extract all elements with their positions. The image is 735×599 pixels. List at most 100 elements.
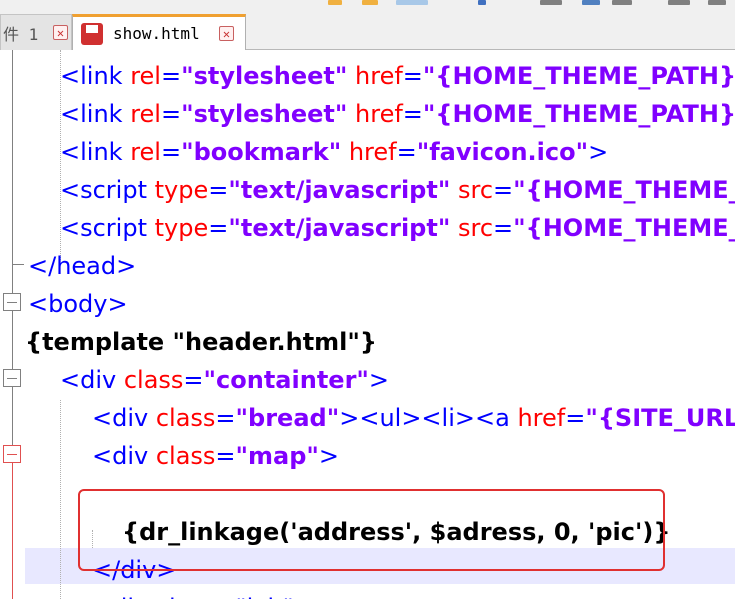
code-token: = [183, 366, 204, 394]
close-icon[interactable]: ✕ [53, 25, 68, 40]
code-token: "text/javascript" [228, 214, 451, 242]
code-line[interactable]: </head> [28, 247, 136, 285]
code-token: "{HOME_THEME_PATH}w [422, 62, 735, 90]
code-token: = [493, 176, 514, 204]
code-line[interactable]: <div class="map"> [92, 437, 339, 475]
code-token: class [155, 442, 216, 470]
toolbar-icon[interactable] [328, 0, 342, 5]
code-token: = [160, 62, 182, 90]
code-token: rel [130, 100, 161, 128]
toolbar-icon[interactable] [540, 0, 562, 5]
code-line[interactable]: <script type="text/javascript" src="{HOM… [60, 209, 735, 247]
code-token: <div [60, 366, 124, 394]
code-line[interactable]: <link rel="stylesheet" href="{HOME_THEME… [60, 95, 735, 133]
code-token: rel [130, 62, 161, 90]
code-token: type [154, 176, 209, 204]
code-token: = [215, 404, 236, 432]
code-token: "containter" [203, 366, 369, 394]
toolbar-icon[interactable] [362, 0, 378, 5]
code-token: = [215, 442, 236, 470]
tab-label: 件 1 [3, 24, 39, 44]
code-token: > [368, 366, 390, 394]
code-token: href [517, 404, 566, 432]
fold-toggle-icon[interactable] [3, 445, 21, 463]
code-token: = [208, 214, 229, 242]
code-line[interactable]: <link rel="bookmark" href="favicon.ico"> [60, 133, 608, 171]
code-token: <link [60, 138, 131, 166]
code-token: <div class="lvb"> [92, 594, 314, 599]
code-token: "{SITE_URL}" [585, 404, 735, 432]
code-token: "favicon.ico" [416, 138, 589, 166]
toolbar-icon[interactable] [396, 0, 428, 5]
code-token: > [318, 442, 340, 470]
save-disk-icon [81, 22, 103, 45]
code-line[interactable]: <div class="containter"> [60, 361, 389, 399]
code-token: </head> [28, 252, 137, 280]
toolbar-icon[interactable] [582, 0, 600, 5]
code-token: "bread" [235, 404, 340, 432]
code-token: ><ul><li><a [339, 404, 518, 432]
code-token: type [154, 214, 209, 242]
code-token: class [123, 366, 184, 394]
code-token: <script [60, 176, 155, 204]
fold-toggle-icon[interactable] [3, 293, 21, 311]
code-token: "stylesheet" [181, 100, 348, 128]
code-token: <link [60, 62, 131, 90]
fold-end-marker [12, 264, 24, 265]
code-token: href [355, 62, 403, 90]
code-token: = [396, 138, 417, 166]
code-token: > [588, 138, 609, 166]
code-token: = [402, 100, 423, 128]
code-token: href [348, 138, 397, 166]
code-token: {template "header.html"} [25, 328, 377, 356]
code-token: = [160, 138, 182, 166]
code-token: src [457, 214, 494, 242]
close-icon[interactable]: ✕ [219, 26, 234, 41]
code-token: class [155, 404, 216, 432]
code-token: "{HOME_THEME_P [513, 214, 735, 242]
code-token: = [402, 62, 423, 90]
toolbar-icon[interactable] [668, 0, 690, 5]
code-token: "bookmark" [181, 138, 342, 166]
toolbar-icon[interactable] [612, 0, 632, 5]
code-line[interactable]: <body> [28, 285, 128, 323]
code-token: <div [92, 404, 156, 432]
tab-show-html[interactable]: show.html ✕ [72, 14, 246, 50]
code-token: <link [60, 100, 131, 128]
tab-label: show.html [113, 24, 200, 43]
code-line[interactable]: <div class="bread"><ul><li><a href="{SIT… [92, 399, 735, 437]
toolbar [0, 0, 735, 10]
code-token: "stylesheet" [181, 62, 348, 90]
code-token: = [160, 100, 182, 128]
code-token: "{HOME_THEME_P [513, 176, 735, 204]
code-token: <body> [28, 290, 128, 318]
code-token: "{HOME_THEME_PATH}w [422, 100, 735, 128]
code-line[interactable]: {template "header.html"} [25, 323, 377, 361]
code-line[interactable]: <script type="text/javascript" src="{HOM… [60, 171, 735, 209]
code-token: = [208, 176, 229, 204]
indent-guide [60, 400, 61, 599]
toolbar-icon[interactable] [708, 0, 726, 5]
code-editor[interactable]: <link rel="stylesheet" href="{HOME_THEME… [0, 50, 735, 599]
code-line[interactable]: <div class="lvb"> [92, 589, 314, 599]
code-token: = [493, 214, 514, 242]
tab-bar: 件 1 ✕ show.html ✕ [0, 10, 735, 50]
annotation-highlight-box [78, 489, 665, 571]
toolbar-icon[interactable] [478, 0, 486, 5]
code-token: <script [60, 214, 155, 242]
code-token: <div [92, 442, 156, 470]
code-token: href [355, 100, 403, 128]
code-token: = [565, 404, 586, 432]
code-token: "map" [235, 442, 319, 470]
fold-gutter-line-active [12, 455, 13, 599]
code-line[interactable]: <link rel="stylesheet" href="{HOME_THEME… [60, 57, 735, 95]
fold-toggle-icon[interactable] [3, 369, 21, 387]
code-token: src [457, 176, 494, 204]
code-token: rel [130, 138, 161, 166]
tab-previous[interactable]: 件 1 ✕ [0, 14, 72, 50]
